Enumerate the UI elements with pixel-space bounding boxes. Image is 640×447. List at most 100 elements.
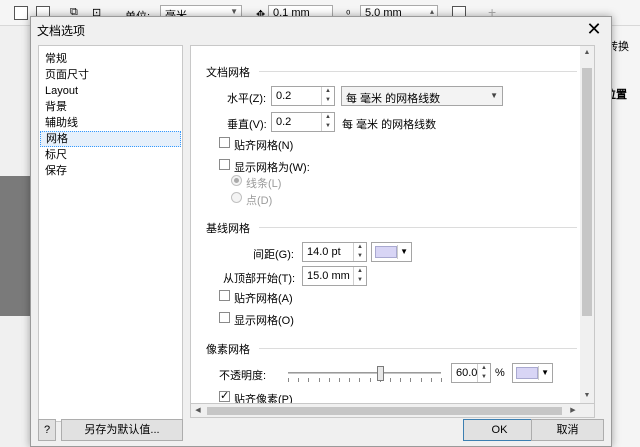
spacing-value: 14.0 pt [307,246,341,258]
slider-tick [400,378,401,382]
spin-down-icon[interactable]: ▼ [354,276,366,285]
vertical-unit-label: 每 毫米 的网格线数 [342,119,437,131]
slider-tick [349,378,350,382]
grid-settings-panel: 文档网格 水平(Z): 0.2 ▲ ▼ 每 毫米 的网格线数 ▼ 垂直(V): 0… [190,45,595,404]
slider-tick [329,378,330,382]
slider-tick [431,378,432,382]
horizontal-scrollbar[interactable]: ◀ ▶ [190,404,595,418]
grid-mode-value: 每 毫米 的网格线数 [346,93,441,105]
dialog-title: 文档选项 [37,24,86,38]
nav-item-layout[interactable]: Layout [40,83,181,99]
spin-down-icon[interactable]: ▼ [322,96,334,105]
baseline-show-checkbox[interactable] [219,312,230,323]
horizontal-label: 水平(Z): [227,93,267,105]
spin-down-icon[interactable]: ▼ [354,252,366,261]
horizontal-scroll-thumb[interactable] [207,407,562,415]
spin-down-icon[interactable]: ▼ [322,122,334,131]
nav-item-guidelines[interactable]: 辅助线 [40,115,181,131]
slider-tick [441,378,442,382]
snap-to-pixel-label[interactable]: 贴齐像素(P) [234,391,293,403]
pixel-grid-title: 像素网格 [206,344,250,356]
slider-tick [288,378,289,382]
spin-up-icon[interactable]: ▲ [354,243,366,252]
slider-tick [339,378,340,382]
slider-tick [359,378,360,382]
scroll-up-icon[interactable]: ▲ [580,46,594,60]
nav-item-save[interactable]: 保存 [40,163,181,179]
opacity-unit: % [495,367,505,379]
spin-up-icon[interactable]: ▲ [354,267,366,276]
nav-item-general[interactable]: 常规 [40,51,181,67]
slider-tick [298,378,299,382]
canvas-page-shadow [0,176,30,316]
scroll-down-icon[interactable]: ▼ [580,389,594,403]
nav-item-page-size[interactable]: 页面尺寸 [40,67,181,83]
baseline-snap-label[interactable]: 贴齐网格(A) [234,290,293,306]
start-from-top-spinbox[interactable]: 15.0 mm ▲ ▼ [302,266,367,286]
lines-radio[interactable] [231,175,242,186]
spin-up-icon[interactable]: ▲ [322,87,334,96]
vertical-label: 垂直(V): [227,119,267,131]
ok-button[interactable]: OK [463,419,536,441]
dots-radio-label: 点(D) [246,195,273,207]
chevron-down-icon: ▼ [490,91,498,100]
document-options-dialog: 文档选项 ✕ 常规 页面尺寸 Layout 背景 辅助线 网格 标尺 保存 文档… [30,16,612,447]
baseline-show-label[interactable]: 显示网格(O) [234,312,294,328]
cancel-button[interactable]: 取消 [531,419,604,441]
opacity-slider-thumb[interactable] [376,366,384,381]
start-from-top-value: 15.0 mm [307,270,350,282]
nav-item-grid[interactable]: 网格 [40,131,181,147]
spin-up-icon[interactable]: ▲ [322,113,334,122]
lines-radio-label: 线条(L) [246,178,282,190]
vertical-value: 0.2 [276,116,292,128]
start-from-top-label: 从顶部开始(T): [223,273,296,285]
nav-item-background[interactable]: 背景 [40,99,181,115]
snap-to-grid-label[interactable]: 贴齐网格(N) [234,137,293,153]
slider-tick [370,378,371,382]
grid-mode-dropdown[interactable]: 每 毫米 的网格线数 ▼ [341,86,503,106]
show-grid-as-checkbox[interactable] [219,159,230,170]
doc-grid-title: 文档网格 [206,67,250,79]
pixel-color-chip [516,367,538,379]
horizontal-value: 0.2 [276,90,292,102]
opacity-slider-track[interactable] [288,372,441,374]
horizontal-spinbox[interactable]: 0.2 ▲ ▼ [271,86,335,106]
spin-up-icon[interactable]: ▲ [478,364,490,373]
slider-tick [308,378,309,382]
baseline-snap-checkbox[interactable] [219,290,230,301]
baseline-color-picker[interactable]: ▼ [371,242,412,262]
vertical-scroll-thumb[interactable] [582,68,592,316]
baseline-grid-title: 基线网格 [206,223,250,235]
spin-icon: ▴ [429,7,434,16]
nav-item-rulers[interactable]: 标尺 [40,147,181,163]
opacity-spinbox[interactable]: 60.0 ▲ ▼ [451,363,491,383]
chevron-down-icon: ▼ [400,247,408,256]
spin-down-icon[interactable]: ▼ [478,373,490,382]
help-button[interactable]: ? [38,419,56,441]
opacity-label: 不透明度: [219,370,267,382]
scroll-right-icon[interactable]: ▶ [566,404,580,418]
spacing-label: 间距(G): [253,249,294,261]
opacity-value: 60.0 [456,367,478,379]
close-icon[interactable]: ✕ [583,18,605,40]
pixel-color-picker[interactable]: ▼ [512,363,553,383]
snap-to-grid-checkbox[interactable] [219,137,230,148]
scroll-left-icon[interactable]: ◀ [191,404,205,418]
snap-to-pixel-checkbox[interactable] [219,389,230,402]
dots-radio[interactable] [231,192,242,203]
section-divider [259,227,577,228]
slider-tick [410,378,411,382]
chevron-down-icon: ▼ [541,368,549,377]
slider-tick [390,378,391,382]
section-divider [259,71,577,72]
chevron-down-icon: ▼ [230,7,238,16]
baseline-color-chip [375,246,397,258]
spacing-spinbox[interactable]: 14.0 pt ▲ ▼ [302,242,367,262]
page-icon[interactable] [14,6,28,20]
vertical-scrollbar[interactable]: ▲ ▼ [580,45,595,404]
vertical-spinbox[interactable]: 0.2 ▲ ▼ [271,112,335,132]
show-grid-as-label[interactable]: 显示网格为(W): [234,159,310,175]
slider-tick [421,378,422,382]
save-as-default-button[interactable]: 另存为默认值... [61,419,183,441]
section-divider [259,348,577,349]
